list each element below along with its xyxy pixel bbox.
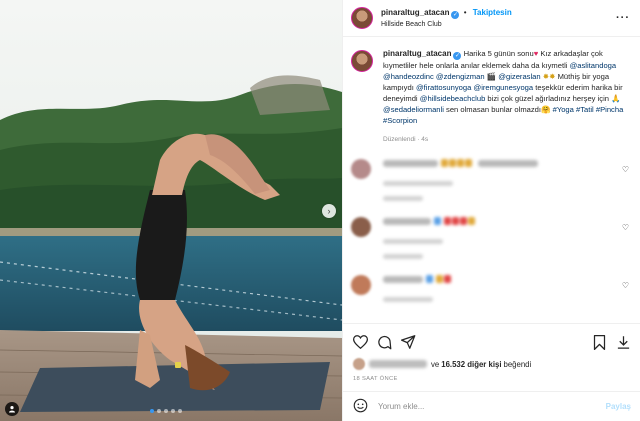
blurred-meta xyxy=(383,239,443,244)
carousel-dot xyxy=(157,409,161,413)
comment-item: ♡ xyxy=(351,159,633,188)
clapper-emoji-icon: 🎬 xyxy=(486,72,497,81)
blurred-meta xyxy=(383,196,423,201)
blurred-text xyxy=(383,218,431,225)
blurred-text xyxy=(383,276,423,283)
user-tag-icon[interactable] xyxy=(5,402,19,416)
separator: • xyxy=(463,7,467,17)
blurred-emoji xyxy=(460,217,468,225)
caption-edited-meta: Düzenlendi · 4s xyxy=(383,136,429,143)
action-icons xyxy=(343,324,640,350)
post-header: pinaraltug_atacan ✓ • Takiptesin Hillside… xyxy=(343,0,640,37)
verified-badge-icon: ✓ xyxy=(451,10,460,19)
avatar[interactable] xyxy=(351,50,373,72)
blurred-emoji xyxy=(452,217,460,225)
carousel-dot xyxy=(171,409,175,413)
comment-icon[interactable] xyxy=(376,334,392,350)
sparkle-emoji-icon: ✸✸ xyxy=(542,72,556,81)
avatar[interactable] xyxy=(351,159,371,179)
post-photo[interactable]: › xyxy=(0,0,342,421)
heart-icon[interactable]: ♡ xyxy=(622,223,629,232)
post-comment-button[interactable]: Paylaş xyxy=(606,402,631,411)
mention-link[interactable]: @iremgunesyoga xyxy=(473,83,533,92)
yoga-photo xyxy=(0,0,342,421)
caption-username[interactable]: pinaraltug_atacan xyxy=(383,49,451,58)
instagram-post: › pinaraltug_atacan ✓ • Takiptesin Hillsi… xyxy=(0,0,640,421)
caption-text-1: Harika 5 günün sonu xyxy=(463,49,534,58)
comment-body xyxy=(383,159,613,188)
heart-icon[interactable]: ♡ xyxy=(622,165,629,174)
hashtag-link[interactable]: #Tatil xyxy=(576,105,594,114)
header-text: pinaraltug_atacan ✓ • Takiptesin Hillside… xyxy=(381,7,512,30)
blurred-emoji xyxy=(444,217,452,225)
username-link[interactable]: pinaraltug_atacan xyxy=(381,8,449,17)
blurred-emoji xyxy=(426,275,434,283)
blurred-emoji xyxy=(449,159,457,167)
likes-summary: ve 16.532 diğer kişi beğendi xyxy=(343,350,640,370)
share-icon[interactable] xyxy=(400,334,416,350)
blurred-meta xyxy=(383,254,423,259)
blurred-text xyxy=(478,160,539,167)
action-bar: ve 16.532 diğer kişi beğendi 18 SAAT ÖNC… xyxy=(343,323,640,421)
caption-text-6: sen olmasan bunlar olmazdı xyxy=(446,105,542,114)
blurred-emoji xyxy=(436,275,444,283)
blurred-text xyxy=(383,160,438,167)
mention-link[interactable]: @handeozdinc xyxy=(383,72,434,81)
comment-input[interactable]: Yorum ekle... xyxy=(378,402,606,411)
download-icon[interactable] xyxy=(615,334,631,350)
mention-link[interactable]: @zdengizman xyxy=(436,72,485,81)
avatar[interactable] xyxy=(351,275,371,295)
likes-text-mid: ve xyxy=(431,359,440,369)
blurred-emoji xyxy=(468,217,476,225)
post-timestamp[interactable]: 18 SAAT ÖNCE xyxy=(343,370,640,382)
emoji-icon[interactable] xyxy=(353,398,368,415)
carousel-dot xyxy=(178,409,182,413)
blurred-username xyxy=(369,360,427,368)
mention-link[interactable]: @firattosunyoga xyxy=(416,83,471,92)
heart-icon[interactable] xyxy=(352,334,368,350)
blurred-meta xyxy=(383,181,453,186)
verified-badge-icon: ✓ xyxy=(453,52,462,60)
mention-link[interactable]: @gizeraslan xyxy=(498,72,540,81)
blurred-emoji xyxy=(434,217,442,225)
caption-text: pinaraltug_atacan ✓ Harika 5 günün sonu♥ … xyxy=(383,48,628,145)
mention-link[interactable]: @aslitandoga xyxy=(570,61,617,70)
location-link[interactable]: Hillside Beach Club xyxy=(381,19,512,30)
mention-link[interactable]: @hillsidebeachclub xyxy=(420,94,486,103)
carousel-dots xyxy=(150,409,182,413)
heart-icon[interactable]: ♡ xyxy=(622,281,629,290)
blurred-emoji xyxy=(441,159,449,167)
likes-text-end: beğendi xyxy=(503,359,532,369)
comments-area: pinaraltug_atacan ✓ Harika 5 günün sonu♥ … xyxy=(343,38,640,323)
bookmark-icon[interactable] xyxy=(591,334,607,350)
comment-body xyxy=(383,275,613,304)
blurred-emoji xyxy=(465,159,473,167)
more-options-icon[interactable]: ··· xyxy=(616,12,630,24)
hashtag-link[interactable]: #Yoga xyxy=(553,105,574,114)
comment-item: ♡ xyxy=(351,217,633,246)
avatar[interactable] xyxy=(353,358,365,370)
comment-body xyxy=(383,217,613,246)
hug-emoji-icon: 🤗 xyxy=(541,105,551,114)
caption: pinaraltug_atacan ✓ Harika 5 günün sonu♥ … xyxy=(351,48,633,145)
likes-count-link[interactable]: 16.532 diğer kişi xyxy=(441,360,501,369)
blurred-emoji xyxy=(457,159,465,167)
blurred-emoji xyxy=(444,275,452,283)
hashtag-link[interactable]: #Scorpion xyxy=(383,116,417,125)
carousel-dot xyxy=(150,409,154,413)
follow-button[interactable]: Takiptesin xyxy=(473,8,512,17)
pray-emoji-icon: 🙏 xyxy=(611,94,621,103)
avatar[interactable] xyxy=(351,217,371,237)
caption-text-5: bizi çok güzel ağırladınız herşey için xyxy=(487,94,609,103)
next-arrow-icon[interactable]: › xyxy=(322,204,336,218)
post-sidebar: pinaraltug_atacan ✓ • Takiptesin Hillside… xyxy=(342,0,640,421)
add-comment-bar: Yorum ekle... Paylaş xyxy=(343,391,640,421)
avatar[interactable] xyxy=(351,7,373,29)
mention-link[interactable]: @sedadeliormanli xyxy=(383,105,444,114)
carousel-dot xyxy=(164,409,168,413)
hashtag-link[interactable]: #Pincha xyxy=(596,105,623,114)
comment-item: ♡ xyxy=(351,275,633,304)
blurred-meta xyxy=(383,297,433,302)
